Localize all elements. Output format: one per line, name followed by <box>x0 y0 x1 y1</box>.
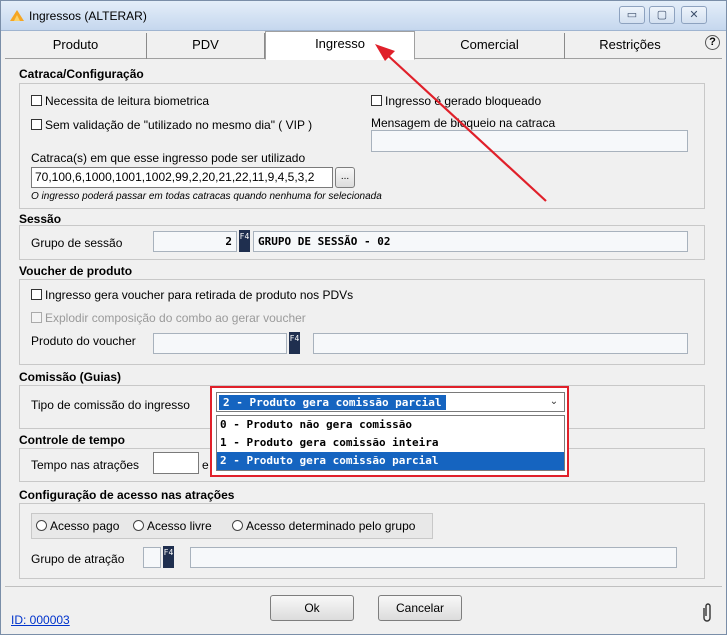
radio-circle[interactable] <box>133 520 144 531</box>
window-title: Ingressos (ALTERAR) <box>29 9 147 23</box>
radio-circle[interactable] <box>36 520 47 531</box>
produto-voucher-code-input[interactable] <box>153 333 287 354</box>
produto-voucher-label: Produto do voucher <box>31 334 136 348</box>
catracas-input[interactable]: 70,100,6,1000,1001,1002,99,2,20,21,22,11… <box>31 167 333 188</box>
maximize-button[interactable]: ▢ <box>649 6 675 24</box>
biometria-checkbox[interactable]: Necessita de leitura biometrica <box>31 94 209 108</box>
checkbox-box[interactable] <box>31 289 42 300</box>
help-icon[interactable]: ? <box>705 35 720 50</box>
produto-voucher-name-field <box>313 333 688 354</box>
id-link[interactable]: ID: 000003 <box>11 613 70 627</box>
tipo-comissao-select[interactable]: 2 - Produto gera comissão parcial ⌄ <box>216 392 565 412</box>
comissao-option-2[interactable]: 2 - Produto gera comissão parcial <box>217 452 564 470</box>
tipo-comissao-label: Tipo de comissão do ingresso <box>31 398 190 412</box>
grupo-atracao-code-input[interactable] <box>143 547 161 568</box>
produto-voucher-lookup-button[interactable]: F4 <box>289 332 300 354</box>
tempo-section-title: Controle de tempo <box>19 433 126 447</box>
title-bar[interactable]: Ingressos (ALTERAR) ▭ ▢ ✕ <box>1 1 726 31</box>
grupo-sessao-lookup-button[interactable]: F4 <box>239 230 250 252</box>
catracas-label: Catraca(s) em que esse ingresso pode ser… <box>31 151 306 165</box>
tempo-suffix: e <box>202 458 209 472</box>
tab-pdv[interactable]: PDV <box>147 33 265 59</box>
grupo-sessao-code-input[interactable]: 2 <box>153 231 237 252</box>
minimize-button[interactable]: ▭ <box>619 6 645 24</box>
voucher-section-title: Voucher de produto <box>19 264 133 278</box>
chevron-down-icon[interactable]: ⌄ <box>546 395 562 409</box>
dialog-window: Ingressos (ALTERAR) ▭ ▢ ✕ Produto PDV In… <box>0 0 727 635</box>
checkbox-box[interactable] <box>31 119 42 130</box>
explodir-label: Explodir composição do combo ao gerar vo… <box>45 311 306 325</box>
biometria-label: Necessita de leitura biometrica <box>45 94 210 108</box>
acesso-pago-radio[interactable]: Acesso pago <box>36 519 119 533</box>
catracas-hint: O ingresso poderá passar em todas catrac… <box>31 191 382 202</box>
gera-voucher-checkbox[interactable]: Ingresso gera voucher para retirada de p… <box>31 288 353 302</box>
checkbox-box[interactable] <box>31 312 42 323</box>
grupo-sessao-label: Grupo de sessão <box>31 236 123 250</box>
acesso-grupo-label: Acesso determinado pelo grupo <box>246 519 416 533</box>
cancel-button[interactable]: Cancelar <box>378 595 462 621</box>
tempo-input[interactable] <box>153 452 199 474</box>
tab-restricoes[interactable]: Restrições <box>565 33 695 59</box>
acesso-section-title: Configuração de acesso nas atrações <box>19 488 235 502</box>
acesso-pago-label: Acesso pago <box>50 519 120 533</box>
paperclip-icon[interactable] <box>701 601 713 623</box>
annotation-arrow <box>375 44 547 202</box>
grupo-sessao-name-field: GRUPO DE SESSÃO - 02 <box>253 231 688 252</box>
tab-bar: Produto PDV Ingresso Comercial Restriçõe… <box>5 31 722 60</box>
catraca-section-title: Catraca/Configuração <box>19 67 144 81</box>
grupo-atracao-label: Grupo de atração <box>31 552 125 566</box>
grupo-atracao-name-field <box>190 547 677 568</box>
vip-label: Sem validação de "utilizado no mesmo dia… <box>45 118 313 132</box>
radio-circle[interactable] <box>232 520 243 531</box>
comissao-dropdown-highlight: 2 - Produto gera comissão parcial ⌄ 0 - … <box>210 386 569 477</box>
comissao-option-0[interactable]: 0 - Produto não gera comissão <box>217 416 564 434</box>
explodir-checkbox[interactable]: Explodir composição do combo ao gerar vo… <box>31 311 306 325</box>
vip-checkbox[interactable]: Sem validação de "utilizado no mesmo dia… <box>31 118 312 132</box>
comissao-option-1[interactable]: 1 - Produto gera comissão inteira <box>217 434 564 452</box>
catracas-browse-button[interactable]: ... <box>335 167 355 188</box>
ok-button[interactable]: Ok <box>270 595 354 621</box>
acesso-grupo-radio[interactable]: Acesso determinado pelo grupo <box>232 519 415 533</box>
acesso-livre-label: Acesso livre <box>147 519 212 533</box>
tempo-label: Tempo nas atrações <box>31 458 140 472</box>
sessao-section-title: Sessão <box>19 212 62 226</box>
gera-voucher-label: Ingresso gera voucher para retirada de p… <box>45 288 354 302</box>
footer <box>5 586 722 630</box>
comissao-section-title: Comissão (Guias) <box>19 370 122 384</box>
grupo-atracao-lookup-button[interactable]: F4 <box>163 546 174 568</box>
tab-produto[interactable]: Produto <box>5 33 147 59</box>
checkbox-box[interactable] <box>31 95 42 106</box>
close-button[interactable]: ✕ <box>681 6 707 24</box>
tipo-comissao-selected-value: 2 - Produto gera comissão parcial <box>219 395 446 410</box>
tipo-comissao-options: 0 - Produto não gera comissão 1 - Produt… <box>216 415 565 471</box>
app-icon <box>10 10 24 21</box>
acesso-livre-radio[interactable]: Acesso livre <box>133 519 212 533</box>
